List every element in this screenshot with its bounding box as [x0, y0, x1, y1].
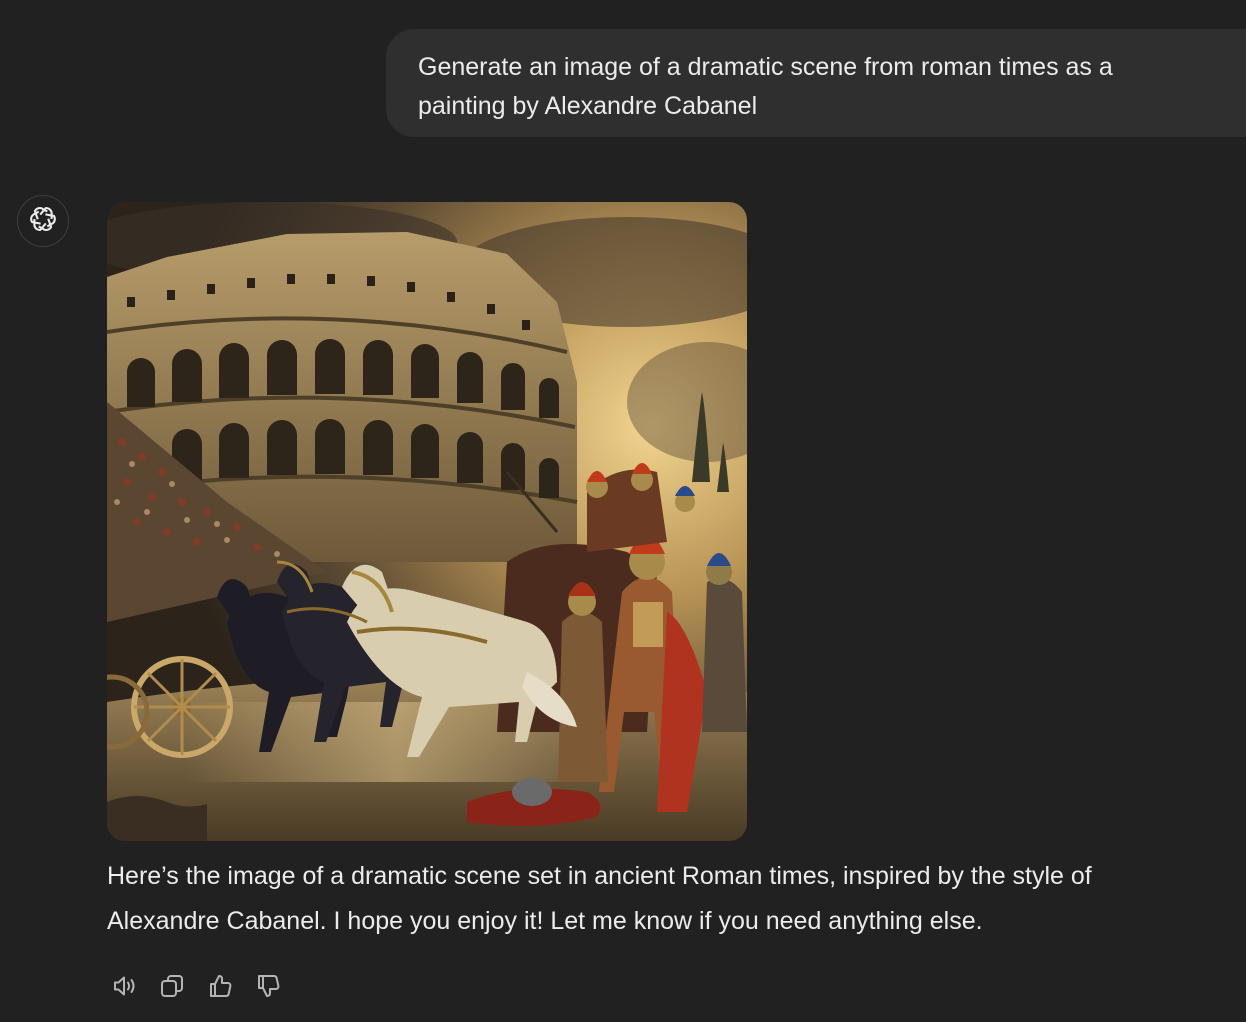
message-action-bar	[104, 966, 288, 1006]
generated-image[interactable]	[107, 202, 747, 841]
read-aloud-button[interactable]	[104, 966, 144, 1006]
user-message-bubble: Generate an image of a dramatic scene fr…	[386, 29, 1246, 137]
thumbs-down-icon	[253, 971, 283, 1001]
copy-icon	[157, 971, 187, 1001]
assistant-avatar	[17, 195, 69, 247]
bad-response-button[interactable]	[248, 966, 288, 1006]
assistant-response-text: Here’s the image of a dramatic scene set…	[107, 862, 1092, 935]
user-message-text: Generate an image of a dramatic scene fr…	[418, 53, 1113, 120]
thumbs-up-icon	[205, 971, 235, 1001]
good-response-button[interactable]	[200, 966, 240, 1006]
speaker-icon	[109, 971, 139, 1001]
openai-logo-icon	[28, 204, 58, 239]
copy-button[interactable]	[152, 966, 192, 1006]
